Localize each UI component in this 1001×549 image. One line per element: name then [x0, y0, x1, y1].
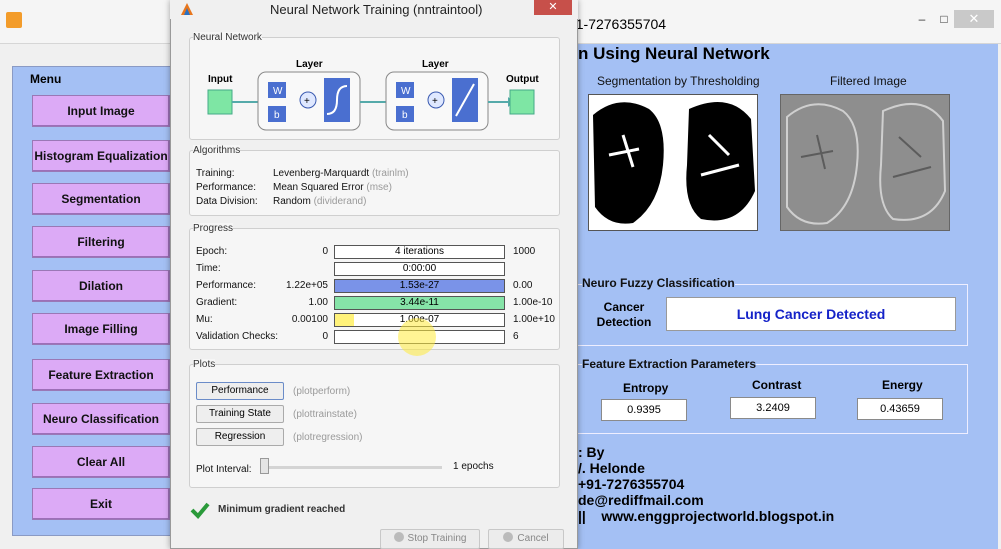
algorithms-title: Algorithms — [193, 145, 241, 156]
energy-label: Energy — [882, 378, 923, 392]
matlab-icon — [6, 12, 22, 28]
gradient-label: Gradient: — [196, 297, 238, 308]
performance-value: 1.53e-27 — [399, 280, 440, 291]
nntraintool-close-button[interactable]: ✕ — [534, 0, 572, 15]
contact-line-3: +91-7276355704 — [578, 476, 685, 492]
neuro-fuzzy-title: Neuro Fuzzy Classification — [582, 276, 735, 290]
gradient-start: 1.00 — [308, 297, 328, 308]
performance-plot-button[interactable]: Performance — [196, 382, 284, 400]
performance-start: 1.22e+05 — [286, 280, 328, 291]
training-state-plot-button[interactable]: Training State — [196, 405, 284, 423]
gradient-end: 1.00e-10 — [513, 297, 553, 308]
regression-plot-hint: (plotregression) — [293, 432, 363, 443]
time-value: 0:00:00 — [402, 263, 437, 274]
plots-title: Plots — [193, 359, 216, 370]
stop-training-button[interactable]: Stop Training — [380, 529, 480, 549]
performance-end: 0.00 — [513, 280, 533, 291]
svg-text:W: W — [401, 86, 411, 97]
contrast-label: Contrast — [752, 378, 802, 392]
contact-info: : By /. Helonde +91-7276355704 de@rediff… — [578, 444, 834, 524]
mu-end: 1.00e+10 — [513, 314, 555, 325]
input-label: Input — [208, 74, 233, 85]
performance-label: Performance: — [196, 280, 257, 291]
cursor-highlight — [398, 318, 436, 356]
layer1-label: Layer — [296, 59, 323, 70]
data-division-value: Random (dividerand) — [273, 196, 367, 207]
performance-progress-bar: 1.53e-27 — [334, 279, 505, 293]
contact-line-1: : By — [578, 444, 605, 460]
output-label: Output — [506, 74, 539, 85]
contact-line-4: de@rediffmail.com — [578, 492, 704, 508]
plot-interval-slider[interactable] — [260, 458, 269, 474]
validation-checks-end: 6 — [513, 331, 519, 342]
progress-title: Progress — [193, 223, 234, 234]
svg-text:+: + — [432, 96, 438, 107]
contact-line-2: /. Helonde — [578, 460, 645, 476]
epoch-value: 4 iterations — [395, 246, 444, 257]
contrast-value: 3.2409 — [730, 397, 816, 419]
training-label: Training: — [196, 168, 235, 179]
svg-text:+: + — [304, 96, 310, 107]
performance-plot-hint: (plotperform) — [293, 386, 351, 397]
epoch-end: 1000 — [513, 246, 536, 257]
training-value: Levenberg-Marquardt (trainlm) — [273, 168, 409, 179]
network-diagram: W b + W b + — [196, 56, 546, 136]
matlab-icon — [180, 2, 194, 16]
gradient-value: 3.44e-11 — [400, 297, 439, 308]
stop-icon — [393, 532, 404, 542]
mu-label: Mu: — [196, 314, 213, 325]
nntraintool-title: Neural Network Training (nntraintool) — [270, 2, 483, 17]
plot-interval-value: 1 epochs — [453, 461, 494, 472]
dilation-button[interactable]: Dilation — [32, 270, 170, 302]
mu-progress-fill — [335, 314, 354, 326]
performance-value: Mean Squared Error (mse) — [273, 182, 392, 193]
regression-plot-button[interactable]: Regression — [196, 428, 284, 446]
epoch-progress-bar: 4 iterations — [334, 245, 505, 259]
feature-extraction-title: Feature Extraction Parameters — [582, 357, 757, 371]
clear-all-button[interactable]: Clear All — [32, 446, 170, 478]
exit-button[interactable]: Exit — [32, 488, 170, 520]
epoch-start: 0 — [322, 246, 328, 257]
layer2-label: Layer — [422, 59, 449, 70]
filtered-label: Filtered Image — [830, 74, 907, 88]
gradient-progress-bar: 3.44e-11 — [334, 296, 505, 310]
cancel-button[interactable]: Cancel — [488, 529, 564, 549]
cancel-icon — [503, 532, 514, 542]
performance-label: Performance: — [196, 182, 257, 193]
svg-text:b: b — [274, 110, 280, 121]
image-filling-button[interactable]: Image Filling — [32, 313, 170, 345]
contact-line-5: || www.enggprojectworld.blogspot.in — [578, 508, 835, 524]
app-heading: n Using Neural Network — [578, 44, 770, 63]
neural-network-title: Neural Network — [193, 32, 262, 43]
entropy-label: Entropy — [623, 381, 669, 395]
segmentation-image — [588, 94, 758, 231]
filtered-image — [780, 94, 950, 231]
classification-result: Lung Cancer Detected — [666, 297, 956, 331]
close-button[interactable]: ✕ — [954, 10, 994, 28]
entropy-value: 0.9395 — [601, 399, 687, 421]
plot-interval-label: Plot Interval: — [196, 464, 252, 475]
neuro-classification-button[interactable]: Neuro Classification — [32, 403, 170, 435]
cancer-detection-label: Cancer Detection — [596, 300, 652, 329]
checkmark-icon — [190, 501, 210, 519]
menu-title: Menu — [30, 72, 62, 86]
status-message: Minimum gradient reached — [218, 504, 346, 515]
mu-start: 0.00100 — [291, 314, 328, 325]
svg-text:b: b — [402, 110, 408, 121]
energy-value: 0.43659 — [857, 398, 943, 420]
time-label: Time: — [196, 263, 221, 274]
training-state-plot-hint: (plottrainstate) — [293, 409, 357, 420]
feature-extraction-button[interactable]: Feature Extraction — [32, 359, 170, 391]
data-division-label: Data Division: — [196, 196, 258, 207]
epoch-label: Epoch: — [196, 246, 228, 257]
segmentation-button[interactable]: Segmentation — [32, 183, 170, 215]
validation-checks-start: 0 — [322, 331, 328, 342]
time-progress-bar: 0:00:00 — [334, 262, 505, 276]
segmentation-label: Segmentation by Thresholding — [597, 74, 760, 88]
svg-text:W: W — [273, 86, 283, 97]
filtering-button[interactable]: Filtering — [32, 226, 170, 258]
input-image-button[interactable]: Input Image — [32, 95, 170, 127]
histogram-equalization-button[interactable]: Histogram Equalization — [32, 140, 170, 172]
plot-interval-track — [262, 466, 442, 469]
